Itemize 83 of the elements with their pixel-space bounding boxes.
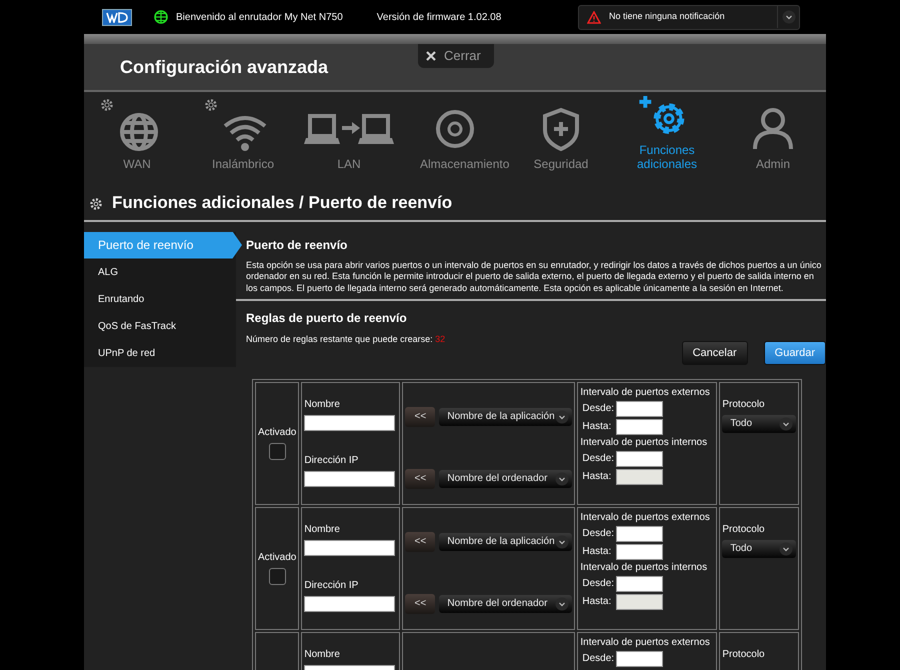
gear-icon — [204, 98, 218, 112]
globe-icon — [154, 10, 168, 24]
copy-button[interactable]: << — [405, 407, 436, 428]
field-label: Intervalo de puertos internos — [580, 562, 708, 574]
dropdown[interactable]: Todo — [722, 415, 796, 434]
dropdown[interactable]: Nombre del ordenador — [439, 595, 572, 614]
field-label: Intervalo de puertos externos — [580, 637, 711, 650]
field-label: Desde: — [582, 578, 616, 590]
input-field[interactable] — [304, 471, 396, 488]
nav-tab[interactable]: WAN — [84, 92, 190, 184]
field-label: Hasta: — [582, 546, 612, 558]
gear-icon — [88, 196, 102, 210]
field-label: Desde: — [582, 453, 616, 466]
nav-tab[interactable]: Inalámbrico — [190, 92, 296, 184]
description-text: Esta opción se usa para abrir varios puertos o un intervalo de puertos en su enrutador, y redirigir los datos a través de dichos puertos a un único ordenador en su red. Esta función le permite introducir el puerto de salida externo, el puerto de llegada externo y el puerto de salida interno en los campos. El puerto de llegada interno será generado automáticamente. Esta opción es aplicable únicamente a la sesión en Internet. — [246, 260, 822, 295]
close-icon — [426, 51, 436, 61]
notification-text: No tiene ninguna notificación — [609, 10, 725, 24]
page-title: Funciones adicionales / Puerto de reenvío — [112, 192, 452, 214]
dropdown[interactable]: Todo — [722, 540, 796, 558]
remaining-rules-text: Número de reglas restante que puede crearse: 32 — [246, 332, 446, 346]
field-label: Desde: — [582, 403, 616, 416]
caret-icon — [782, 10, 796, 24]
field-label: Intervalo de puertos externos — [580, 387, 711, 400]
nav-tab[interactable]: Almacenamiento — [402, 92, 508, 184]
field-label: Hasta: — [582, 471, 612, 484]
field-label: Activado — [258, 552, 296, 564]
warning-icon — [587, 10, 601, 24]
field-label: Activado — [258, 427, 296, 440]
sidebar-item[interactable]: UPnP de red — [84, 340, 236, 366]
field-label: Dirección IP — [304, 580, 360, 592]
input-field[interactable] — [616, 451, 664, 468]
input-field[interactable] — [616, 651, 664, 668]
section-title: Puerto de reenvío — [246, 236, 348, 254]
sidebar-item[interactable]: ALG — [84, 258, 236, 286]
caret-icon — [779, 542, 794, 556]
input-field[interactable] — [616, 419, 664, 436]
field-label: Nombre — [304, 524, 341, 536]
field-label: Hasta: — [582, 421, 612, 434]
nav-tab[interactable]: LAN — [296, 92, 402, 184]
field-label: Desde: — [582, 653, 616, 666]
input-field[interactable] — [304, 540, 396, 556]
gear-icon — [100, 98, 114, 112]
nav-tab[interactable]: Funciones adicionales — [614, 92, 720, 184]
caret-icon — [555, 597, 570, 612]
input-field[interactable] — [304, 596, 396, 612]
sidebar-item[interactable]: Enrutando — [84, 286, 236, 312]
dropdown[interactable]: Nombre de la aplicación — [439, 408, 572, 426]
close-button[interactable]: Cerrar — [418, 44, 494, 68]
input-field[interactable] — [304, 415, 396, 432]
field-label: Nombre — [304, 649, 341, 662]
input-field[interactable] — [616, 544, 664, 560]
logo-mark-icon — [106, 12, 128, 22]
checkbox[interactable] — [268, 443, 286, 460]
input-field[interactable] — [616, 401, 664, 418]
caret-icon — [555, 410, 570, 424]
caret-icon — [555, 535, 570, 550]
section-title: Reglas de puerto de reenvío — [246, 310, 408, 327]
notification-bar[interactable]: No tiene ninguna notificación — [578, 4, 800, 30]
field-label: Protocolo — [722, 399, 766, 412]
copy-button[interactable]: << — [405, 469, 436, 490]
copy-button[interactable]: << — [405, 532, 436, 552]
caret-icon — [555, 472, 570, 486]
field-label: Dirección IP — [304, 455, 360, 468]
field-label: Nombre — [304, 399, 341, 412]
dropdown[interactable]: Nombre de la aplicación — [439, 533, 572, 552]
sidebar-item[interactable]: QoS de FasTrack — [84, 312, 236, 340]
field-label: Intervalo de puertos externos — [580, 512, 711, 524]
field-label: Intervalo de puertos internos — [580, 437, 708, 450]
cancel-button[interactable]: Cancelar — [682, 340, 748, 366]
firmware-version: Versión de firmware 1.02.08 — [376, 10, 502, 24]
nav-tab[interactable]: Seguridad — [508, 92, 614, 184]
field-label: Hasta: — [582, 596, 612, 608]
input-field[interactable] — [616, 576, 664, 592]
input-field[interactable] — [616, 526, 664, 542]
copy-button[interactable]: << — [405, 594, 436, 614]
field-label: Protocolo — [722, 649, 766, 662]
dropdown[interactable]: Nombre del ordenador — [439, 470, 572, 488]
nav-tab[interactable]: Admin — [720, 92, 826, 184]
checkbox[interactable] — [268, 568, 286, 586]
welcome-text: Bienvenido al enrutador My Net N750 — [176, 10, 343, 24]
field-label: Protocolo — [722, 524, 766, 536]
field-label: Desde: — [582, 528, 616, 540]
caret-icon — [779, 417, 794, 432]
